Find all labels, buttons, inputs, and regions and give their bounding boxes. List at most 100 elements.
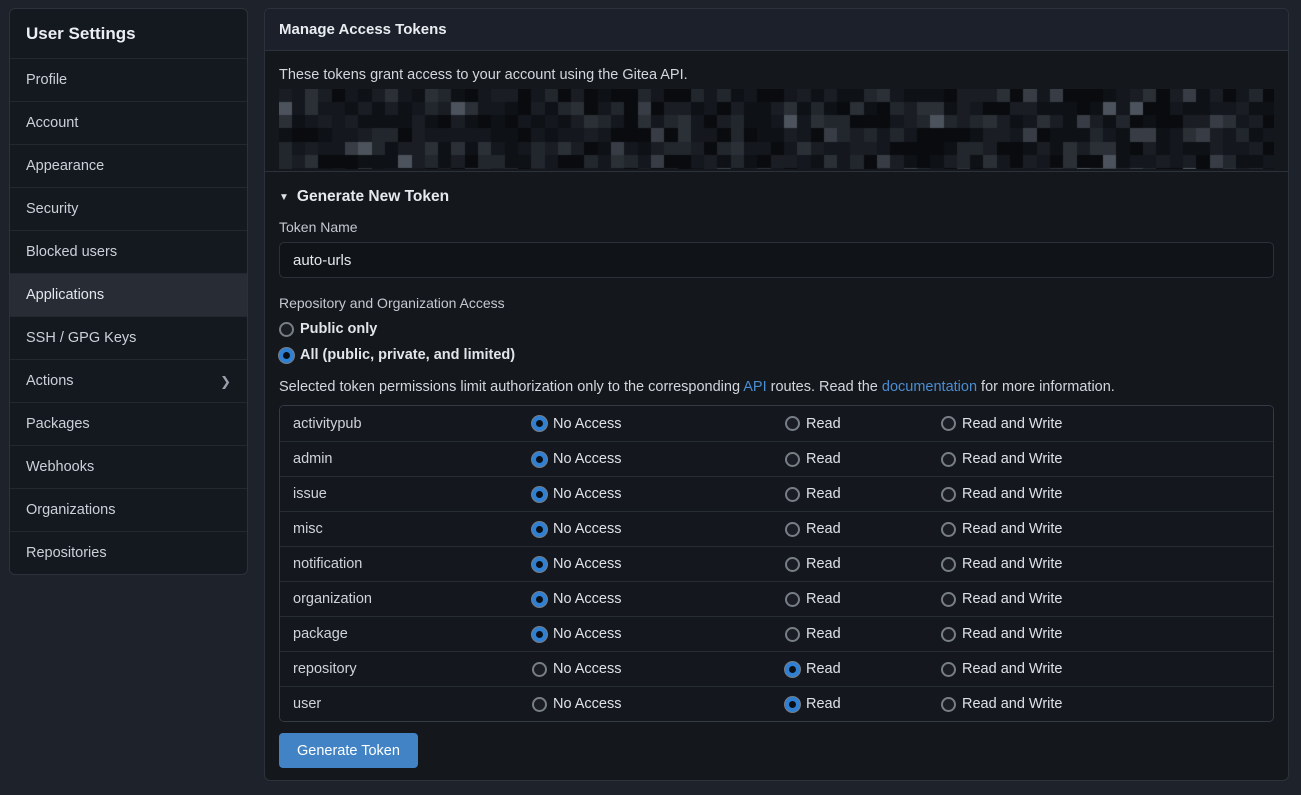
permission-name: activitypub <box>280 416 532 432</box>
sidebar-item-packages[interactable]: Packages <box>10 402 247 445</box>
scope-option-label: All (public, private, and limited) <box>300 347 515 363</box>
perm-issue-no-access-radio[interactable] <box>532 487 547 502</box>
perm-user-read-radio[interactable] <box>785 697 800 712</box>
sidebar-item-applications[interactable]: Applications <box>10 273 247 316</box>
sidebar-item-organizations[interactable]: Organizations <box>10 488 247 531</box>
perm-admin-read-and-write-option[interactable]: Read and Write <box>941 451 1273 467</box>
permissions-table: activitypubNo AccessReadRead and Writead… <box>279 405 1274 722</box>
note-text: for more information. <box>977 379 1115 395</box>
sidebar-item-actions[interactable]: Actions❯ <box>10 359 247 402</box>
perm-issue-read-option[interactable]: Read <box>785 486 941 502</box>
sidebar-item-profile[interactable]: Profile <box>10 58 247 101</box>
perm-misc-read-radio[interactable] <box>785 522 800 537</box>
perm-option-label: Read <box>806 626 841 642</box>
perm-package-no-access-radio[interactable] <box>532 627 547 642</box>
perm-organization-no-access-radio[interactable] <box>532 592 547 607</box>
perm-option-label: No Access <box>553 661 622 677</box>
perm-organization-read-radio[interactable] <box>785 592 800 607</box>
perm-misc-no-access-option[interactable]: No Access <box>532 521 785 537</box>
perm-admin-read-and-write-radio[interactable] <box>941 452 956 467</box>
perm-organization-read-and-write-option[interactable]: Read and Write <box>941 591 1273 607</box>
perm-activitypub-no-access-option[interactable]: No Access <box>532 416 785 432</box>
perm-misc-read-and-write-option[interactable]: Read and Write <box>941 521 1273 537</box>
perm-issue-no-access-option[interactable]: No Access <box>532 486 785 502</box>
perm-admin-no-access-radio[interactable] <box>532 452 547 467</box>
documentation-link[interactable]: documentation <box>882 379 977 395</box>
permission-name: repository <box>280 661 532 677</box>
perm-notification-read-and-write-radio[interactable] <box>941 557 956 572</box>
perm-notification-read-radio[interactable] <box>785 557 800 572</box>
perm-package-read-option[interactable]: Read <box>785 626 941 642</box>
sidebar-menu: ProfileAccountAppearanceSecurityBlocked … <box>10 58 247 574</box>
permission-name: user <box>280 696 532 712</box>
perm-notification-no-access-radio[interactable] <box>532 557 547 572</box>
perm-issue-read-radio[interactable] <box>785 487 800 502</box>
sidebar-item-account[interactable]: Account <box>10 101 247 144</box>
perm-issue-read-and-write-option[interactable]: Read and Write <box>941 486 1273 502</box>
permission-row-repository: repository No Access Read Read and Write <box>280 651 1273 686</box>
api-link[interactable]: API <box>743 379 766 395</box>
perm-option-label: Read <box>806 696 841 712</box>
perm-option-label: Read and Write <box>962 661 1062 677</box>
token-name-input[interactable] <box>279 242 1274 278</box>
perm-admin-read-radio[interactable] <box>785 452 800 467</box>
perm-activitypub-read-radio[interactable] <box>785 416 800 431</box>
perm-option-label: Read and Write <box>962 521 1062 537</box>
perm-user-no-access-radio[interactable] <box>532 697 547 712</box>
chevron-right-icon: ❯ <box>220 375 231 388</box>
permission-name: notification <box>280 556 532 572</box>
scope-option-all-public-private-and-limited[interactable]: All (public, private, and limited) <box>279 347 1274 363</box>
sidebar-item-security[interactable]: Security <box>10 187 247 230</box>
perm-misc-read-option[interactable]: Read <box>785 521 941 537</box>
generate-token-button[interactable]: Generate Token <box>279 733 418 768</box>
perm-repository-read-option[interactable]: Read <box>785 661 941 677</box>
perm-package-read-and-write-option[interactable]: Read and Write <box>941 626 1273 642</box>
perm-notification-read-option[interactable]: Read <box>785 556 941 572</box>
perm-package-read-radio[interactable] <box>785 627 800 642</box>
sidebar-item-appearance[interactable]: Appearance <box>10 144 247 187</box>
perm-organization-read-and-write-radio[interactable] <box>941 592 956 607</box>
scope-radio-all-public-private-and-limited[interactable] <box>279 348 294 363</box>
perm-misc-read-and-write-radio[interactable] <box>941 522 956 537</box>
sidebar-item-blocked-users[interactable]: Blocked users <box>10 230 247 273</box>
perm-package-no-access-option[interactable]: No Access <box>532 626 785 642</box>
sidebar-item-label: Webhooks <box>26 459 94 475</box>
permission-row-activitypub: activitypubNo AccessReadRead and Write <box>280 406 1273 441</box>
perm-activitypub-read-option[interactable]: Read <box>785 416 941 432</box>
perm-repository-read-radio[interactable] <box>785 662 800 677</box>
generate-new-token-summary[interactable]: ▼ Generate New Token <box>279 188 1274 206</box>
sidebar-item-webhooks[interactable]: Webhooks <box>10 445 247 488</box>
sidebar-item-repositories[interactable]: Repositories <box>10 531 247 574</box>
perm-activitypub-read-and-write-option[interactable]: Read and Write <box>941 416 1273 432</box>
perm-user-no-access-option[interactable]: No Access <box>532 696 785 712</box>
perm-activitypub-read-and-write-radio[interactable] <box>941 416 956 431</box>
generate-new-token-title: Generate New Token <box>297 188 449 206</box>
perm-notification-read-and-write-option[interactable]: Read and Write <box>941 556 1273 572</box>
sidebar-item-label: Organizations <box>26 502 115 518</box>
perm-misc-no-access-radio[interactable] <box>532 522 547 537</box>
perm-admin-no-access-option[interactable]: No Access <box>532 451 785 467</box>
scope-label: Repository and Organization Access <box>279 295 1274 311</box>
perm-organization-no-access-option[interactable]: No Access <box>532 591 785 607</box>
panel-title: Manage Access Tokens <box>265 9 1288 51</box>
perm-repository-read-and-write-radio[interactable] <box>941 662 956 677</box>
sidebar-item-ssh-gpg-keys[interactable]: SSH / GPG Keys <box>10 316 247 359</box>
perm-issue-read-and-write-radio[interactable] <box>941 487 956 502</box>
perm-repository-no-access-radio[interactable] <box>532 662 547 677</box>
manage-tokens-panel: Manage Access Tokens These tokens grant … <box>264 8 1289 781</box>
scope-radio-public-only[interactable] <box>279 322 294 337</box>
perm-organization-read-option[interactable]: Read <box>785 591 941 607</box>
perm-notification-no-access-option[interactable]: No Access <box>532 556 785 572</box>
perm-activitypub-no-access-radio[interactable] <box>532 416 547 431</box>
permission-name: admin <box>280 451 532 467</box>
perm-admin-read-option[interactable]: Read <box>785 451 941 467</box>
perm-repository-read-and-write-option[interactable]: Read and Write <box>941 661 1273 677</box>
perm-user-read-and-write-radio[interactable] <box>941 697 956 712</box>
perm-user-read-and-write-option[interactable]: Read and Write <box>941 696 1273 712</box>
perm-repository-no-access-option[interactable]: No Access <box>532 661 785 677</box>
perm-option-label: Read <box>806 521 841 537</box>
scope-option-public-only[interactable]: Public only <box>279 321 1274 337</box>
perm-package-read-and-write-radio[interactable] <box>941 627 956 642</box>
permission-name: misc <box>280 521 532 537</box>
perm-user-read-option[interactable]: Read <box>785 696 941 712</box>
